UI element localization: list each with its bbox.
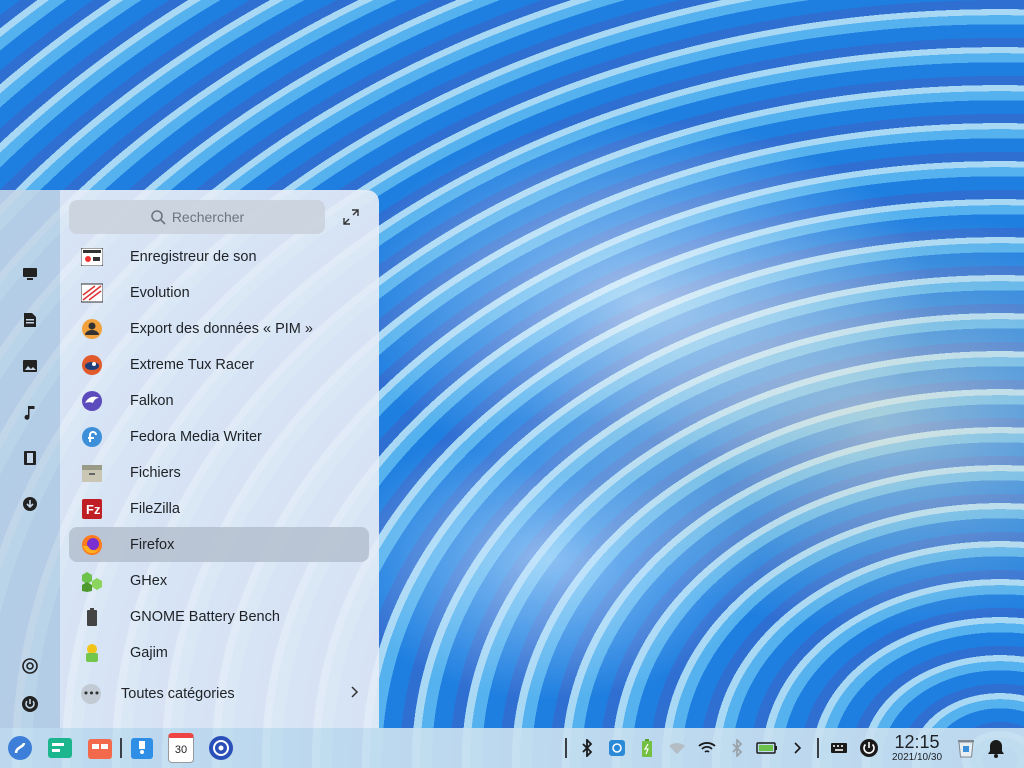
multitasking-icon[interactable] <box>46 734 74 762</box>
app-label: Fedora Media Writer <box>130 428 262 445</box>
clock[interactable]: 12:15 2021/10/30 <box>885 732 949 764</box>
app-label: Fichiers <box>130 464 181 481</box>
music-icon[interactable] <box>18 400 42 424</box>
firefox-icon <box>81 534 103 556</box>
app-label: Evolution <box>130 284 190 301</box>
control-center-icon[interactable] <box>207 734 235 762</box>
filezilla-icon: Fz <box>81 498 103 520</box>
power-icon[interactable] <box>18 692 42 716</box>
svg-text:Fz: Fz <box>86 502 101 517</box>
taskbar: 30 12:15 2021/10/30 <box>0 728 1024 768</box>
app-label: GHex <box>130 572 168 589</box>
launcher-icon[interactable] <box>6 734 34 762</box>
gajim-icon <box>81 642 103 664</box>
taskbar-separator <box>120 738 122 758</box>
search-icon <box>151 210 166 225</box>
app-item-ghex[interactable]: GHex <box>69 563 369 598</box>
battery-icon[interactable] <box>753 734 781 762</box>
app-item-battery-bench[interactable]: GNOME Battery Bench <box>69 599 369 634</box>
battery-bench-icon <box>81 606 103 628</box>
evolution-icon <box>81 282 103 304</box>
app-label: GNOME Battery Bench <box>130 608 280 625</box>
app-item-fedora-media-writer[interactable]: Fedora Media Writer <box>69 419 369 454</box>
app-item-firefox[interactable]: Firefox <box>69 527 369 562</box>
search-placeholder: Rechercher <box>171 209 245 225</box>
notification-bell-icon[interactable] <box>982 734 1010 762</box>
expand-icon[interactable] <box>342 208 360 226</box>
falkon-icon <box>81 390 103 412</box>
chevron-right-icon <box>351 686 359 698</box>
app-store-icon[interactable] <box>86 734 114 762</box>
tray-separator <box>817 738 819 758</box>
app-item-tux-racer[interactable]: Extreme Tux Racer <box>69 347 369 382</box>
sound-recorder-icon <box>81 246 103 268</box>
app-label: Falkon <box>130 392 174 409</box>
app-label: Enregistreur de son <box>130 248 257 265</box>
files-icon <box>81 462 103 484</box>
app-item-gajim[interactable]: Gajim <box>69 635 369 670</box>
ghex-icon <box>81 570 103 592</box>
more-icon: ••• <box>81 683 101 704</box>
downloads-icon[interactable] <box>18 492 42 516</box>
bluetooth-disabled-icon[interactable] <box>723 734 751 762</box>
bluetooth-icon[interactable] <box>573 734 601 762</box>
clock-time: 12:15 <box>894 732 940 752</box>
battery-charging-icon[interactable] <box>633 734 661 762</box>
documents-icon[interactable] <box>18 308 42 332</box>
shutdown-icon[interactable] <box>855 734 883 762</box>
settings-icon[interactable] <box>18 654 42 678</box>
app-label: Gajim <box>130 644 168 661</box>
app-label: Firefox <box>130 536 175 553</box>
app-item-files[interactable]: Fichiers <box>69 455 369 490</box>
app-label: FileZilla <box>130 500 180 517</box>
chevron-right-icon[interactable] <box>783 734 811 762</box>
videos-icon[interactable] <box>18 446 42 470</box>
search-input[interactable]: Rechercher <box>69 200 325 234</box>
app-label: Extreme Tux Racer <box>130 356 255 373</box>
launcher-sidebar <box>0 190 60 728</box>
computer-icon[interactable] <box>18 262 42 286</box>
all-categories-label: Toutes catégories <box>121 685 235 702</box>
pictures-icon[interactable] <box>18 354 42 378</box>
keyboard-icon[interactable] <box>825 734 853 762</box>
clock-date: 2021/10/30 <box>891 752 943 763</box>
wifi-disabled-icon[interactable] <box>663 734 691 762</box>
fedora-media-writer-icon <box>81 426 103 448</box>
calendar-day: 30 <box>168 733 194 763</box>
app-item-sound-recorder[interactable]: Enregistreur de son <box>69 239 369 274</box>
app-launcher: Rechercher Enregistreur de son Evolution… <box>0 190 379 728</box>
app-item-filezilla[interactable]: Fz FileZilla <box>69 491 369 526</box>
calendar-icon[interactable]: 30 <box>167 733 195 763</box>
app-item-pim-export[interactable]: Export des données « PIM » <box>69 311 369 346</box>
tray-separator <box>565 738 567 758</box>
file-manager-icon[interactable] <box>128 734 156 762</box>
screenshot-icon[interactable] <box>603 734 631 762</box>
tux-racer-icon <box>81 354 103 376</box>
app-item-evolution[interactable]: Evolution <box>69 275 369 310</box>
pim-export-icon <box>81 318 103 340</box>
app-item-falkon[interactable]: Falkon <box>69 383 369 418</box>
launcher-main: Rechercher Enregistreur de son Evolution… <box>60 190 379 728</box>
all-categories-button[interactable]: ••• Toutes catégories <box>69 676 369 711</box>
wifi-icon[interactable] <box>693 734 721 762</box>
trash-icon[interactable] <box>952 734 980 762</box>
app-label: Export des données « PIM » <box>130 320 313 337</box>
